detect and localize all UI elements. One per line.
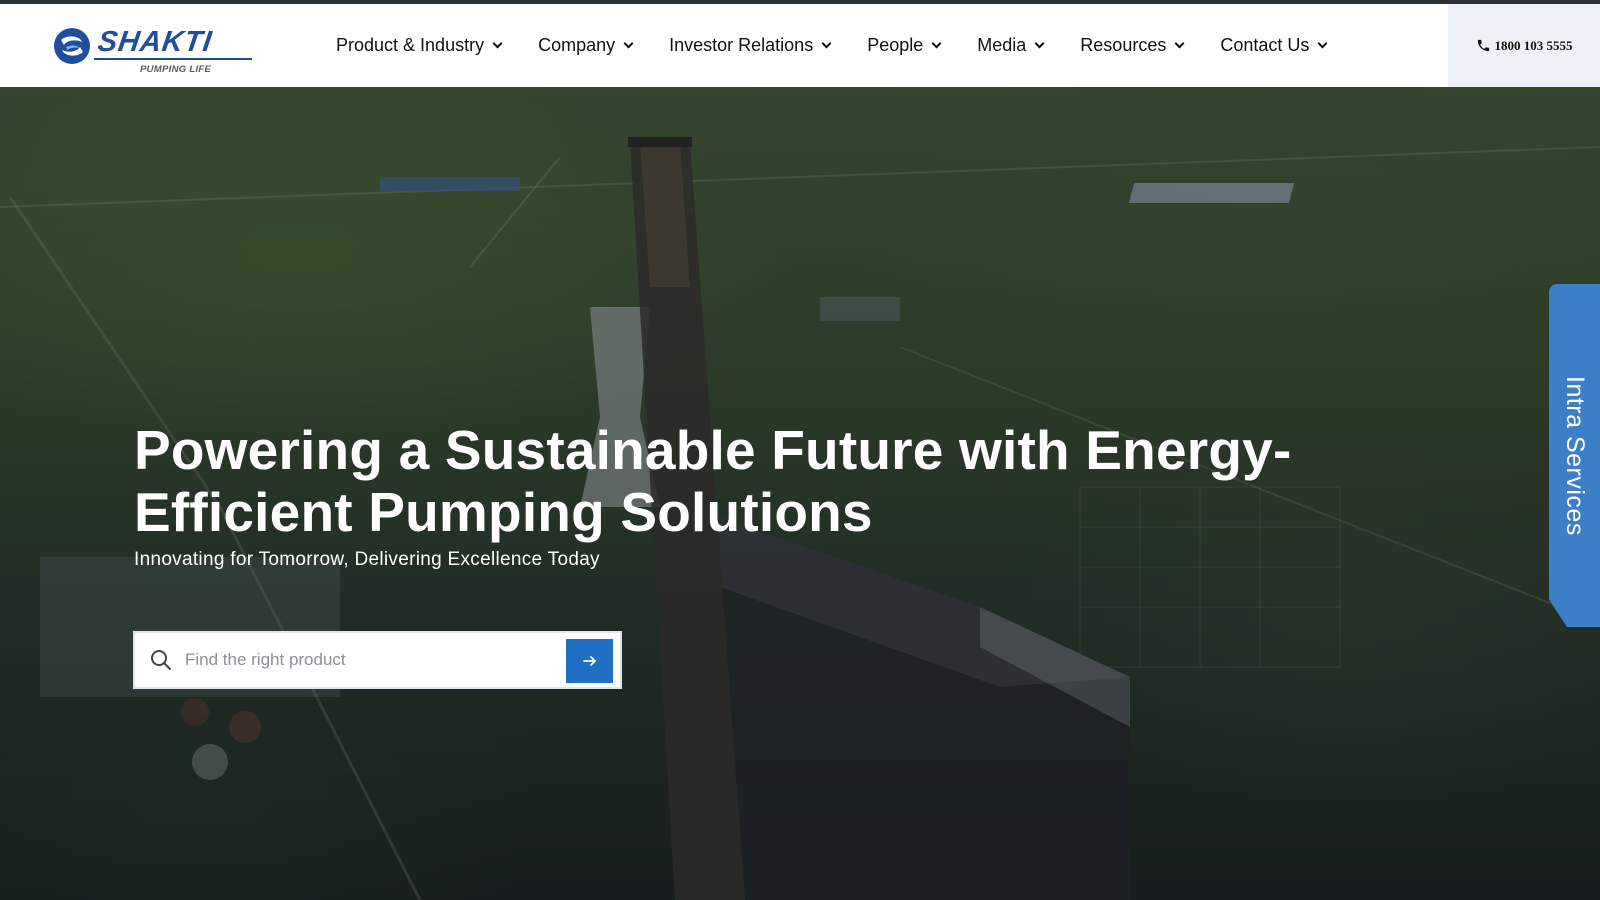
site-header: SHAKTI PUMPING LIFE Product & Industry C…	[0, 4, 1600, 87]
search-icon	[149, 648, 173, 672]
nav-item-label: People	[867, 35, 924, 55]
intra-services-tab[interactable]: Intra Services	[1549, 284, 1600, 627]
product-search-input[interactable]	[185, 650, 545, 670]
chevron-down-icon	[821, 38, 832, 48]
chevron-down-icon	[1317, 38, 1328, 48]
product-search-form	[133, 631, 622, 689]
phone-icon	[1477, 39, 1489, 52]
phone-link[interactable]: 1800 103 5555	[1448, 4, 1600, 87]
nav-item-label: Product & Industry	[336, 35, 485, 55]
hero-section: Powering a Sustainable Future with Energ…	[0, 87, 1600, 900]
search-submit-button[interactable]	[566, 639, 613, 683]
chevron-down-icon	[1174, 38, 1185, 48]
chevron-down-icon	[931, 38, 942, 48]
nav-item-people[interactable]: People	[867, 35, 942, 56]
nav-item-product-industry[interactable]: Product & Industry	[336, 35, 503, 56]
chevron-down-icon	[1034, 38, 1045, 48]
nav-item-label: Resources	[1080, 35, 1167, 55]
arrow-right-icon	[582, 656, 596, 666]
nav-item-resources[interactable]: Resources	[1080, 35, 1185, 56]
nav-item-investor-relations[interactable]: Investor Relations	[669, 35, 832, 56]
hero-title: Powering a Sustainable Future with Energ…	[134, 419, 1292, 543]
logo-mark-icon	[54, 28, 90, 64]
nav-item-media[interactable]: Media	[977, 35, 1045, 56]
main-nav: Product & Industry Company Investor Rela…	[336, 4, 1363, 87]
nav-item-label: Investor Relations	[669, 35, 814, 55]
nav-item-contact-us[interactable]: Contact Us	[1220, 35, 1328, 56]
chevron-down-icon	[623, 38, 634, 48]
brand-tagline: PUMPING LIFE	[140, 64, 212, 75]
intra-services-label: Intra Services	[1561, 375, 1589, 536]
chevron-down-icon	[492, 38, 503, 48]
brand-logo[interactable]: SHAKTI PUMPING LIFE	[52, 22, 262, 78]
nav-item-label: Media	[977, 35, 1027, 55]
brand-name: SHAKTI	[95, 26, 215, 58]
nav-item-label: Contact Us	[1220, 35, 1310, 55]
logo-underline	[94, 58, 252, 60]
nav-item-company[interactable]: Company	[538, 35, 634, 56]
phone-number: 1800 103 5555	[1494, 37, 1573, 53]
hero-subtitle: Innovating for Tomorrow, Delivering Exce…	[134, 549, 600, 570]
nav-item-label: Company	[538, 35, 616, 55]
